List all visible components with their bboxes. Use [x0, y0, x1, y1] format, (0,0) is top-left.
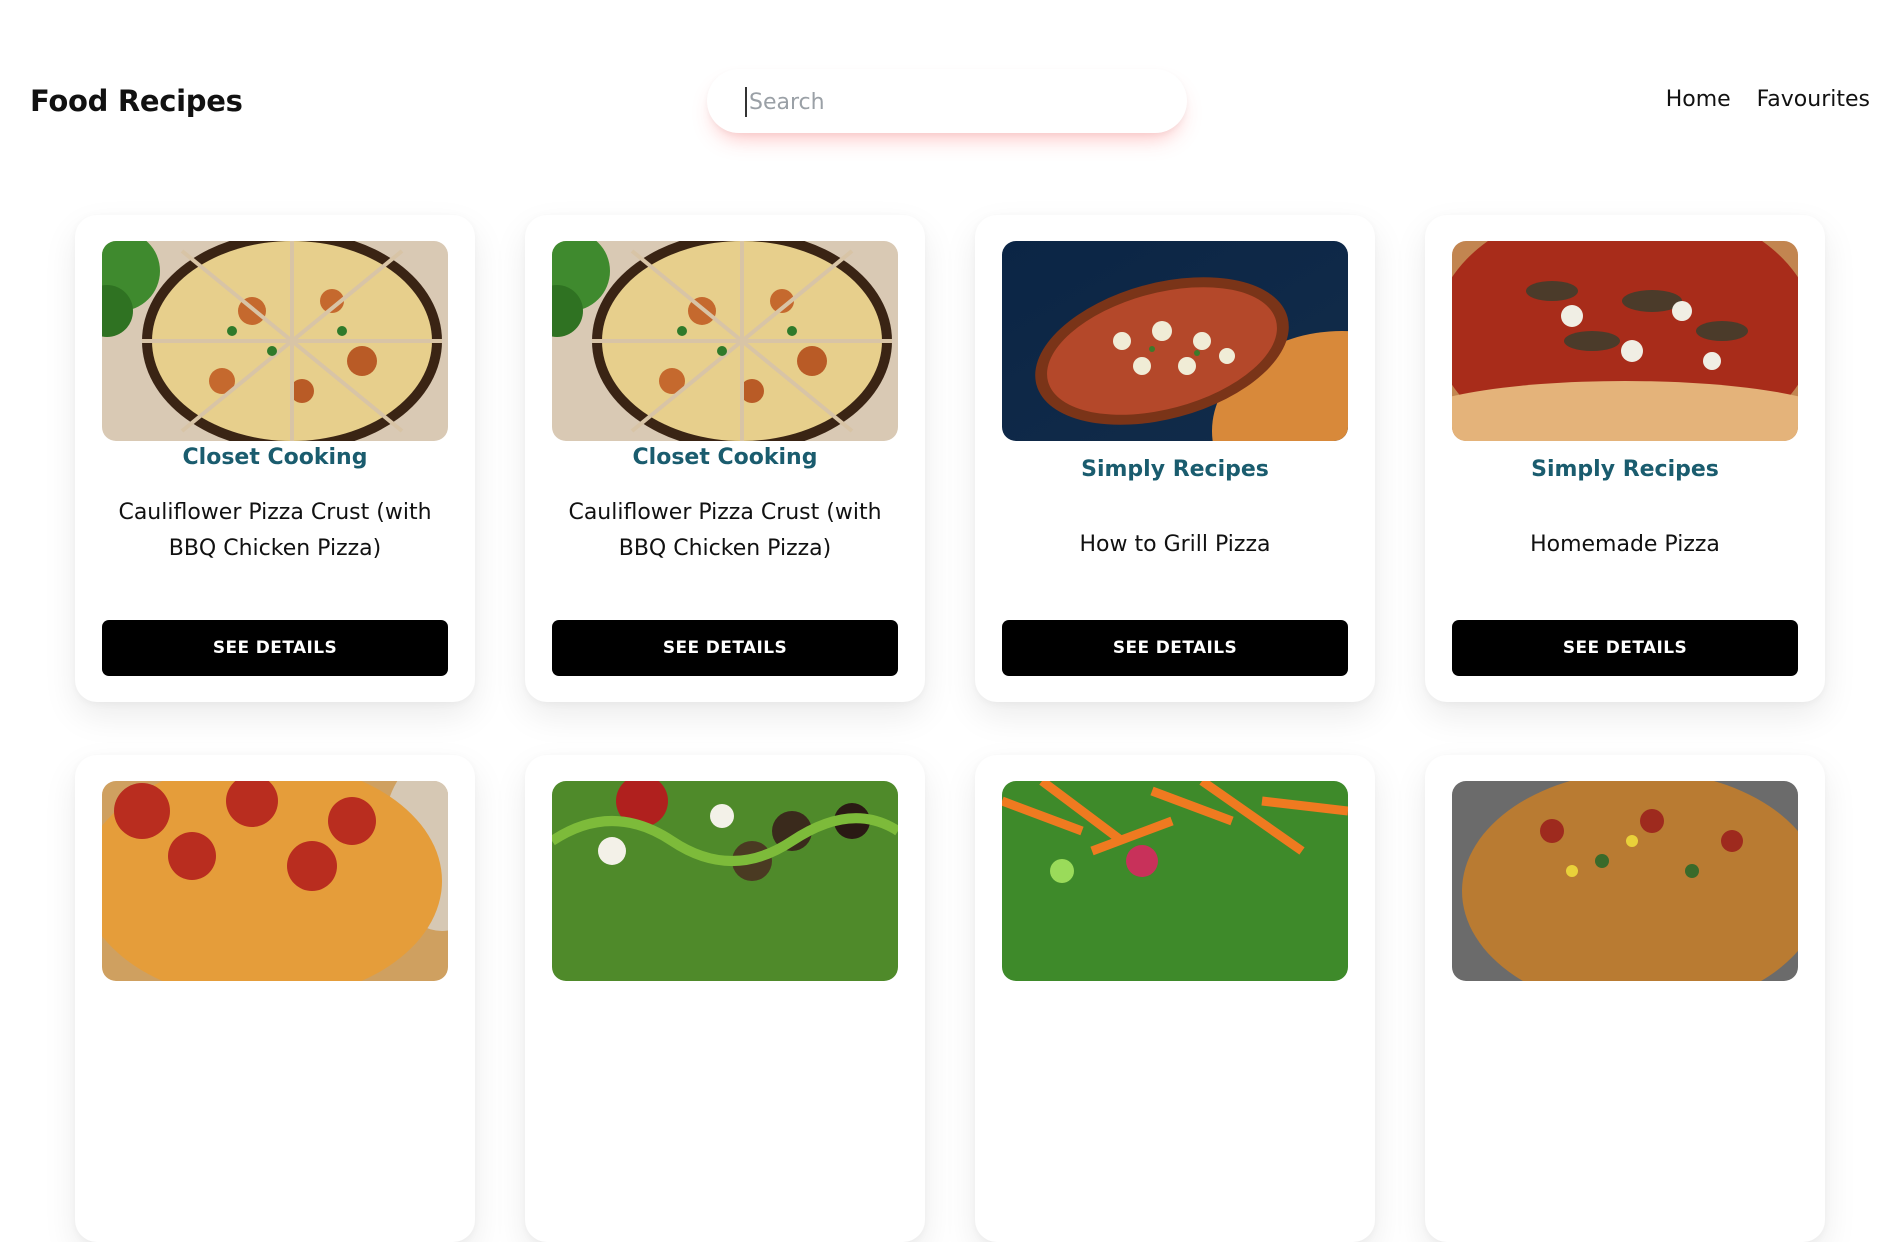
- nav-home-link[interactable]: Home: [1666, 87, 1731, 112]
- card-publisher: Closet Cooking: [182, 445, 368, 470]
- salad-image[interactable]: [552, 781, 898, 981]
- card-title: Homemade Pizza: [1530, 532, 1720, 557]
- pepperoni-pizza-image[interactable]: [102, 781, 448, 981]
- top-nav: Home Favourites: [1666, 87, 1870, 112]
- card-publisher: Simply Recipes: [1081, 457, 1269, 482]
- see-details-button[interactable]: SEE DETAILS: [1002, 620, 1348, 676]
- card-publisher: Closet Cooking: [632, 445, 818, 470]
- card-title: Cauliflower Pizza Crust (with BBQ Chicke…: [568, 500, 882, 561]
- bbq-chicken-pizza-image[interactable]: [552, 241, 898, 441]
- see-details-button[interactable]: SEE DETAILS: [552, 620, 898, 676]
- recipe-card: Simply Recipes Homemade Pizza SEE DETAIL…: [1425, 215, 1825, 702]
- header: Food Recipes Home Favourites: [0, 0, 1897, 170]
- bbq-chicken-pizza-image[interactable]: [102, 241, 448, 441]
- card-title: Cauliflower Pizza Crust (with BBQ Chicke…: [118, 500, 432, 561]
- see-details-button[interactable]: SEE DETAILS: [1452, 620, 1798, 676]
- see-details-button[interactable]: SEE DETAILS: [102, 620, 448, 676]
- nav-favourites-link[interactable]: Favourites: [1757, 87, 1870, 112]
- recipe-card: Closet Cooking Cauliflower Pizza Crust (…: [525, 215, 925, 702]
- search-input[interactable]: [745, 87, 1165, 117]
- card-publisher: Simply Recipes: [1531, 457, 1719, 482]
- card-title: How to Grill Pizza: [1079, 532, 1271, 557]
- recipe-card: [525, 755, 925, 1242]
- recipe-card: [75, 755, 475, 1242]
- recipe-card: [975, 755, 1375, 1242]
- recipe-card: Simply Recipes How to Grill Pizza SEE DE…: [975, 215, 1375, 702]
- recipe-card: Closet Cooking Cauliflower Pizza Crust (…: [75, 215, 475, 702]
- grilled-pizza-image[interactable]: [1002, 241, 1348, 441]
- brand-title[interactable]: Food Recipes: [30, 84, 243, 118]
- search-box[interactable]: [707, 69, 1187, 133]
- homemade-pizza-image[interactable]: [1452, 241, 1798, 441]
- carrot-salad-image[interactable]: [1002, 781, 1348, 981]
- veggie-pizza-image[interactable]: [1452, 781, 1798, 981]
- recipe-card: [1425, 755, 1825, 1242]
